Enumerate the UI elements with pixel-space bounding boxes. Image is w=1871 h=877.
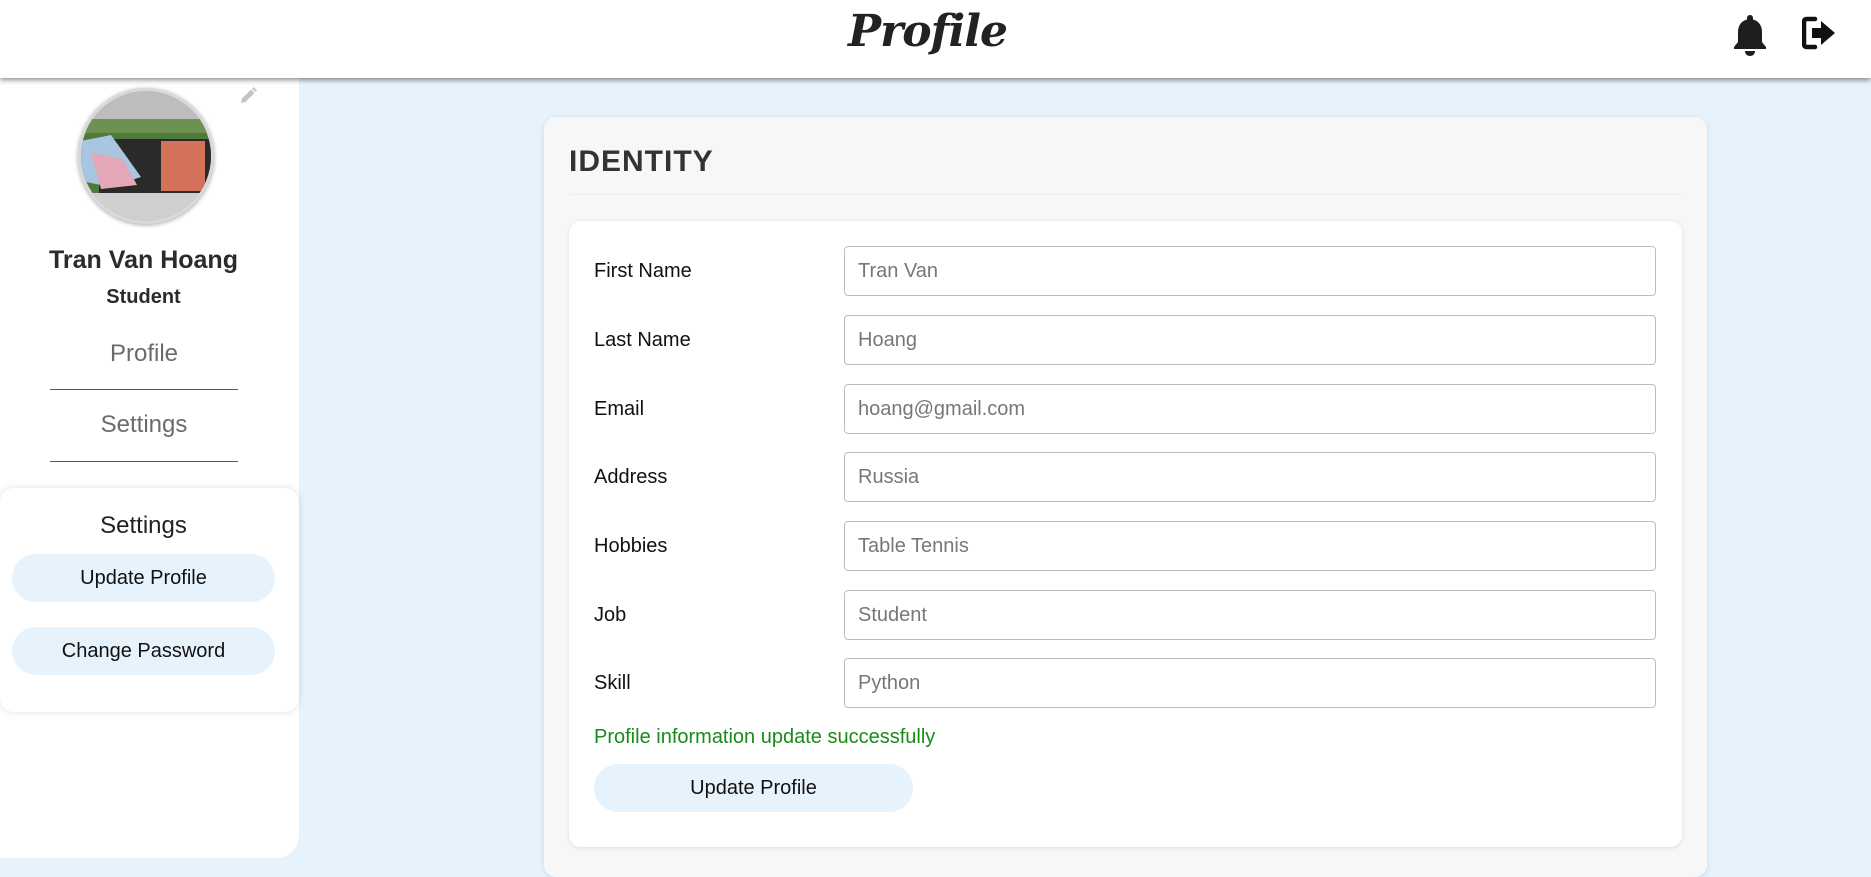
divider <box>569 194 1682 195</box>
hobbies-field[interactable]: Table Tennis <box>844 521 1656 571</box>
first-name-field[interactable]: Tran Van <box>844 246 1656 296</box>
settings-panel-title: Settings <box>100 512 187 539</box>
logout-icon[interactable] <box>1801 16 1838 50</box>
page-title: Profile <box>848 6 1008 57</box>
hobbies-label: Hobbies <box>594 535 668 557</box>
sidebar-item-settings[interactable]: Settings <box>50 411 238 439</box>
sidebar-item-profile[interactable]: Profile <box>50 340 238 368</box>
form-row-last-name: Last Name Hoang <box>569 315 1682 365</box>
form-row-address: Address Russia <box>569 452 1682 502</box>
identity-card: IDENTITY First Name Tran Van Last Name H… <box>544 117 1707 877</box>
address-label: Address <box>594 466 668 488</box>
user-role: Student <box>106 286 181 308</box>
email-label: Email <box>594 398 645 420</box>
form-row-skill: Skill Python <box>569 658 1682 708</box>
divider <box>50 389 238 390</box>
user-name: Tran Van Hoang <box>49 246 238 274</box>
last-name-label: Last Name <box>594 329 691 351</box>
form-row-first-name: First Name Tran Van <box>569 246 1682 296</box>
skill-label: Skill <box>594 672 631 694</box>
job-label: Job <box>594 604 627 626</box>
form-row-hobbies: Hobbies Table Tennis <box>569 521 1682 571</box>
settings-panel: Settings Update Profile Change Password <box>0 488 299 712</box>
change-password-button[interactable]: Change Password <box>12 627 275 675</box>
last-name-field[interactable]: Hoang <box>844 315 1656 365</box>
form-row-email: Email hoang@gmail.com <box>569 384 1682 434</box>
email-field[interactable]: hoang@gmail.com <box>844 384 1656 434</box>
pencil-icon[interactable] <box>238 86 258 106</box>
skill-field[interactable]: Python <box>844 658 1656 708</box>
success-message: Profile information update successfully <box>594 726 936 748</box>
divider <box>50 461 238 462</box>
update-profile-submit-button[interactable]: Update Profile <box>594 764 913 812</box>
first-name-label: First Name <box>594 260 692 282</box>
address-field[interactable]: Russia <box>844 452 1656 502</box>
job-field[interactable]: Student <box>844 590 1656 640</box>
form-row-job: Job Student <box>569 590 1682 640</box>
sidebar: Tran Van Hoang Student Profile Settings … <box>0 78 299 858</box>
bell-icon[interactable] <box>1730 12 1770 58</box>
top-bar: Profile <box>0 0 1871 78</box>
avatar[interactable] <box>78 88 214 224</box>
section-title: IDENTITY <box>569 145 714 178</box>
identity-form: First Name Tran Van Last Name Hoang Emai… <box>569 221 1682 847</box>
update-profile-button[interactable]: Update Profile <box>12 554 275 602</box>
